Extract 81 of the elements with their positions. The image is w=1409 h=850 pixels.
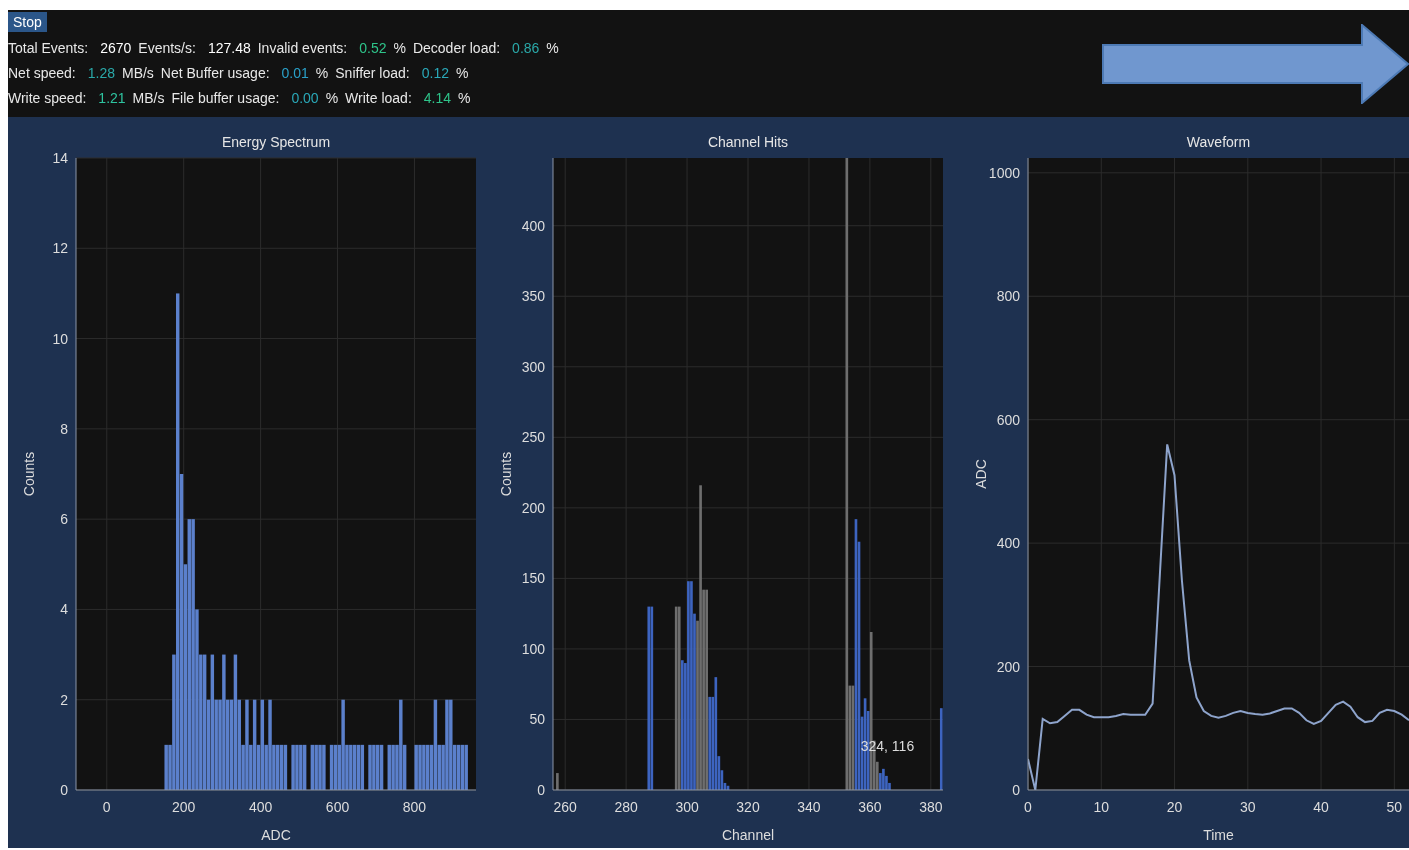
tick-label: 50 [1386, 799, 1403, 815]
stat-value: 0.00 [291, 89, 319, 106]
axis-label: ADC [973, 459, 989, 489]
axis-label: Time [1203, 827, 1234, 843]
tick-label: 10 [52, 330, 68, 347]
tick-label: 600 [325, 799, 350, 815]
tick-label: 8 [60, 420, 68, 437]
stat-unit: % [325, 89, 339, 106]
tick-label: 600 [996, 411, 1020, 428]
stat-label: Net speed: [8, 64, 76, 81]
stat-value: 127.48 [207, 39, 251, 56]
stat-unit: % [458, 89, 471, 106]
stat-label: Sniffer load: [335, 64, 410, 81]
stat-label: Invalid events: [257, 39, 348, 56]
tick-label: 400 [521, 217, 545, 234]
stat-unit: % [456, 64, 469, 81]
stat-value: 1.28 [87, 64, 115, 81]
stat-value: 1.21 [98, 89, 126, 106]
tick-label: 14 [52, 150, 68, 166]
tick-label: 6 [60, 511, 68, 528]
tick-label: 280 [614, 799, 638, 815]
tick-label: 40 [1313, 799, 1329, 815]
tick-label: 400 [248, 799, 273, 815]
stat-label: Events/s: [138, 39, 196, 56]
tick-label: 1000 [988, 164, 1020, 181]
tick-label: 300 [521, 358, 545, 375]
tick-label: 260 [553, 799, 577, 815]
tick-label: 0 [1012, 782, 1020, 798]
stat-value: 0.86 [512, 39, 540, 56]
tick-label: 320 [736, 799, 760, 815]
stat-value: 2670 [100, 39, 132, 56]
tick-label: 150 [521, 570, 545, 587]
stat-label: Total Events: [8, 39, 89, 56]
tick-label: 0 [1024, 799, 1032, 815]
tick-label: 30 [1240, 799, 1256, 815]
tick-label: 200 [172, 799, 196, 815]
tick-label: 350 [521, 288, 545, 305]
stat-label: Write load: [345, 89, 412, 106]
stat-value: 0.01 [281, 64, 309, 81]
axis-label: Channel [721, 827, 775, 843]
axis-label: Counts [21, 451, 37, 497]
tick-label: 50 [529, 711, 545, 728]
tick-label: 200 [996, 658, 1020, 675]
tick-label: 300 [675, 799, 699, 815]
stat-label: Write speed: [8, 89, 87, 106]
tick-label: 250 [521, 429, 545, 446]
tick-label: 2 [60, 691, 68, 708]
arrow-icon [1102, 24, 1409, 104]
stat-unit: MB/s [121, 64, 154, 81]
tick-label: 360 [858, 799, 882, 815]
tick-label: 400 [996, 535, 1020, 552]
stat-label: Decoder load: [412, 39, 501, 56]
tick-label: 0 [102, 799, 111, 815]
tick-label: 4 [60, 601, 68, 618]
bar [556, 773, 559, 790]
tick-label: 340 [797, 799, 821, 815]
tick-label: 20 [1166, 799, 1183, 815]
stat-unit: % [546, 39, 559, 56]
axis-label: Counts [498, 451, 514, 497]
stat-value: 0.52 [359, 39, 387, 56]
tick-label: 800 [402, 799, 427, 815]
stop-button[interactable]: Stop [8, 12, 47, 32]
stat-value: 4.14 [423, 89, 452, 106]
chart-title: Channel Hits [707, 134, 789, 150]
stat-label: File buffer usage: [171, 89, 280, 106]
stat-unit: % [393, 39, 406, 56]
stat-value: 0.12 [421, 64, 449, 81]
chart-title: Energy Spectrum [221, 134, 331, 150]
tick-label: 0 [60, 782, 68, 798]
tick-label: 12 [52, 240, 68, 257]
tick-label: 10 [1093, 799, 1110, 815]
stat-unit: MB/s [132, 89, 165, 106]
tick-label: 800 [996, 288, 1020, 305]
tick-label: 100 [521, 640, 545, 657]
tick-label: 0 [537, 782, 545, 798]
tick-label: 380 [919, 799, 943, 815]
stat-label: Net Buffer usage: [160, 64, 270, 81]
tick-label: 200 [521, 499, 545, 516]
stat-unit: % [315, 64, 329, 81]
axis-label: ADC [261, 827, 291, 843]
chart-title: Waveform [1186, 134, 1251, 150]
